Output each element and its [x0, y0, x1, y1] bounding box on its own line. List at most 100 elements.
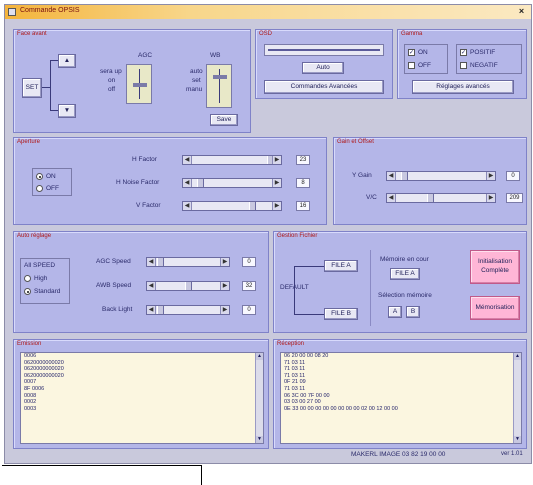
aperture-on-radio[interactable]	[36, 173, 43, 180]
wb-opt-1: auto	[190, 68, 203, 75]
osd-panel: OSD Auto Commandes Avancées	[255, 29, 393, 99]
reception-line: 71 03 11	[284, 366, 306, 373]
app-icon[interactable]	[8, 8, 16, 16]
memoire-value: FILE A	[390, 268, 420, 280]
h-factor-label: H Factor	[132, 156, 157, 163]
down-button[interactable]: ▼	[58, 104, 76, 118]
up-button[interactable]: ▲	[58, 54, 76, 68]
reception-line: 0E 33 00 00 00 00 00 00 00 00 02 00 12 0…	[284, 405, 398, 412]
v-factor-value: 16	[296, 201, 310, 211]
version-text: ver 1.01	[501, 451, 523, 457]
wb-slider[interactable]	[206, 64, 232, 108]
window-title: Commande OPSIS	[20, 7, 80, 14]
aperture-off-radio[interactable]	[36, 185, 43, 192]
close-button[interactable]: ×	[516, 6, 527, 17]
reception-scrollbar[interactable]: ▲ ▼	[513, 353, 521, 443]
awb-speed-value: 32	[242, 281, 256, 291]
panel-title: OSD	[259, 31, 273, 37]
gamma-off-label: OFF	[418, 62, 431, 69]
panel-title: Auto réglage	[17, 233, 52, 239]
v-factor-label: V Factor	[136, 202, 161, 209]
panel-title: Réception	[277, 341, 305, 347]
gamma-on-checkbox[interactable]: ✓	[408, 49, 415, 56]
emission-line: 0620000000020	[24, 359, 64, 366]
y-gain-slider[interactable]: ◀ ▶	[386, 171, 496, 181]
reception-line: 71 03 11	[284, 385, 306, 392]
emission-line: 0003	[24, 405, 37, 412]
file-b-button[interactable]: FILE B	[324, 308, 358, 320]
reception-panel: Réception 06 20 00 00 08 20 71 03 11 71 03…	[273, 339, 527, 449]
agc-opt-1: sera up	[100, 68, 122, 75]
emission-line: 0002	[24, 399, 37, 406]
emission-line: 0007	[24, 379, 37, 386]
all-speed-label: All SPEED	[24, 262, 56, 269]
aperture-on-label: ON	[46, 173, 56, 180]
h-noise-factor-slider[interactable]: ◀ ▶	[182, 178, 282, 188]
caption-box	[2, 465, 202, 485]
positif-label: POSITIF	[470, 49, 496, 56]
face-avant-panel: Face avant SET ▲ ▼ AGC sera up on off WB…	[13, 29, 251, 133]
advanced-commands-button[interactable]: Commandes Avancées	[264, 80, 384, 94]
vc-label: V/C	[366, 194, 377, 201]
agc-speed-label: AGC Speed	[96, 258, 131, 265]
high-label: High	[34, 275, 48, 282]
agc-title: AGC	[138, 52, 153, 59]
emission-log[interactable]: 0006 0620000000020 0620000000020 0620000000…	[20, 352, 264, 444]
save-button[interactable]: Save	[210, 114, 238, 126]
gamma-on-label: ON	[418, 49, 428, 56]
select-a-button[interactable]: A	[388, 306, 402, 318]
positif-checkbox[interactable]: ✓	[460, 49, 467, 56]
standard-radio[interactable]	[24, 288, 31, 295]
set-button[interactable]: SET	[22, 78, 42, 98]
osd-field[interactable]	[264, 44, 384, 56]
reception-line: 06 20 00 00 08 20	[284, 353, 329, 359]
emission-line: 0620000000020	[24, 366, 64, 373]
reception-log[interactable]: 06 20 00 00 08 20 71 03 11 71 03 11 71 03 1…	[280, 352, 522, 444]
awb-speed-label: AWB Speed	[96, 282, 132, 289]
reception-line: 0F 21 09	[284, 379, 306, 386]
agc-opt-2: on	[108, 77, 116, 84]
agc-slider[interactable]	[126, 64, 152, 104]
back-light-slider[interactable]: ◀ ▶	[146, 305, 230, 315]
panel-title: Emission	[17, 341, 42, 347]
agc-speed-slider[interactable]: ◀ ▶	[146, 257, 230, 267]
advanced-settings-button[interactable]: Réglages avancés	[412, 80, 514, 94]
emission-line: 0006	[24, 353, 37, 359]
panel-title: Gain et Offset	[337, 139, 374, 145]
status-text: MAKERL IMAGE 03 82 19 00 00	[351, 451, 446, 458]
selection-label: Sélection mémoire	[378, 292, 432, 299]
file-a-button[interactable]: FILE A	[324, 260, 358, 272]
standard-label: Standard	[34, 288, 61, 295]
reception-line: 71 03 11	[284, 372, 306, 379]
vc-value: 209	[506, 193, 523, 203]
h-factor-value: 23	[296, 155, 310, 165]
wb-opt-2: set	[192, 77, 201, 84]
y-gain-value: 0	[506, 171, 520, 181]
memorisation-button[interactable]: Mémorisation	[470, 296, 520, 320]
select-b-button[interactable]: B	[406, 306, 420, 318]
emission-line: 0008	[24, 392, 37, 399]
auto-button[interactable]: Auto	[302, 62, 344, 74]
v-factor-slider[interactable]: ◀ ▶	[182, 201, 282, 211]
awb-speed-slider[interactable]: ◀ ▶	[146, 281, 230, 291]
wb-opt-3: manu	[186, 86, 203, 93]
negatif-checkbox[interactable]	[460, 62, 467, 69]
high-radio[interactable]	[24, 275, 31, 282]
panel-title: Face avant	[17, 31, 47, 37]
init-complete-button[interactable]: Initialisation Complète	[470, 250, 520, 284]
main-window: Commande OPSIS × Face avant SET ▲ ▼ AGC …	[4, 4, 532, 464]
negatif-label: NEGATIF	[470, 62, 498, 69]
h-factor-slider[interactable]: ◀ ▶	[182, 155, 282, 165]
y-gain-label: Y Gain	[352, 172, 372, 179]
gamma-off-checkbox[interactable]	[408, 62, 415, 69]
reception-line: 06 3C 00 7F 00 00	[284, 392, 330, 399]
panel-title: Gestion Fichier	[277, 233, 318, 239]
file-management-panel: Gestion Fichier DEFAULT FILE A FILE B Mé…	[273, 231, 527, 333]
h-noise-factor-value: 8	[296, 178, 310, 188]
vc-slider[interactable]: ◀ ▶	[386, 193, 496, 203]
emission-scrollbar[interactable]: ▲ ▼	[255, 353, 263, 443]
aperture-off-label: OFF	[46, 185, 59, 192]
gain-offset-panel: Gain et Offset Y Gain ◀ ▶ 0 V/C ◀ ▶ 209	[333, 137, 527, 225]
back-light-label: Back Light	[102, 306, 133, 313]
emission-panel: Emission 0006 0620000000020 0620000000020 0…	[13, 339, 269, 449]
